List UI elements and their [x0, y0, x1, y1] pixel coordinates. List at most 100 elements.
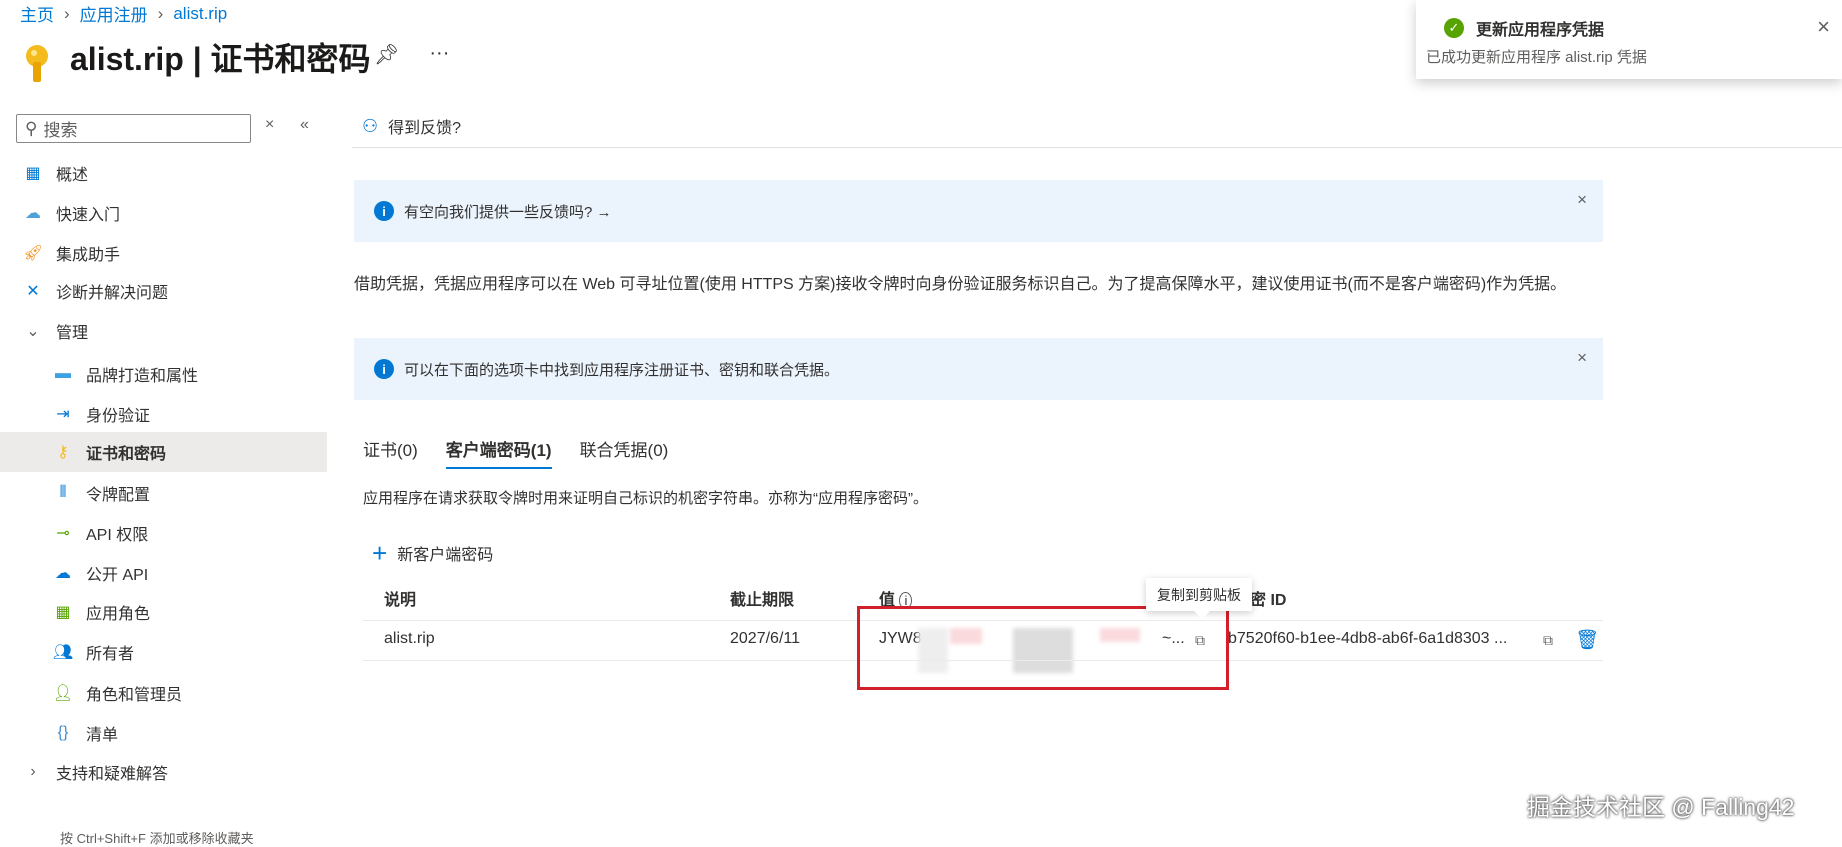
- secret-description: alist.rip: [384, 630, 435, 647]
- notification-toast: ✓ 更新应用程序凭据 已成功更新应用程序 alist.rip 凭据 ×: [1416, 0, 1842, 79]
- copy-id-icon[interactable]: ⧉: [1543, 632, 1553, 649]
- toolbar-divider: [352, 147, 1842, 148]
- tab-description: 应用程序在请求获取令牌时用来证明自己标识的机密字符串。亦称为“应用程序密码”。: [363, 490, 928, 507]
- collapse-sidebar-icon[interactable]: «: [300, 116, 309, 134]
- sidebar-item-label: 品牌打造和属性: [86, 368, 199, 385]
- sidebar-item[interactable]: ☁ 快速入门: [0, 193, 327, 233]
- sidebar-item-label: 概述: [56, 167, 89, 184]
- sidebar-item-label: 支持和疑难解答: [56, 766, 169, 783]
- column-header-secret-id: 密 ID: [1250, 592, 1287, 609]
- tabs-info-text: 可以在下面的选项卡中找到应用程序注册证书、密钥和联合凭据。: [404, 361, 840, 379]
- close-icon[interactable]: ×: [1817, 14, 1830, 40]
- roles-admin-icon: 👤︎: [52, 685, 74, 702]
- key-icon: ⚷: [57, 444, 69, 461]
- sidebar-item-label: 清单: [86, 727, 119, 744]
- sidebar-item[interactable]: ⌄ 管理: [0, 311, 327, 351]
- feedback-banner-link[interactable]: 有空向我们提供一些反馈吗? →: [404, 201, 612, 222]
- close-icon[interactable]: ×: [1577, 190, 1587, 210]
- sidebar-item-label: 公开 API: [86, 567, 149, 584]
- clear-search-icon[interactable]: ×: [265, 116, 274, 134]
- breadcrumb-app[interactable]: alist.rip: [173, 4, 227, 24]
- feedback-label: 得到反馈?: [388, 120, 462, 137]
- sidebar-item-label: 证书和密码: [86, 446, 167, 463]
- toast-title: 更新应用程序凭据: [1476, 22, 1605, 39]
- feedback-banner: i 有空向我们提供一些反馈吗? → ×: [354, 180, 1603, 242]
- tab-bar: 证书(0) 客户端密码(1) 联合凭据(0): [363, 436, 668, 469]
- favorites-hint: 按 Ctrl+Shift+F 添加或移除收藏夹: [60, 831, 254, 846]
- sidebar-item[interactable]: {} 清单: [0, 713, 327, 753]
- sidebar-item[interactable]: ✕ 诊断并解决问题: [0, 271, 327, 311]
- tab-certificates[interactable]: 证书(0): [363, 436, 418, 469]
- column-header-description: 说明: [384, 592, 417, 609]
- new-client-secret-button[interactable]: + 新客户端密码: [372, 538, 494, 568]
- sidebar-item-label: 管理: [56, 325, 89, 342]
- wrench-icon: ✕: [26, 283, 40, 300]
- sidebar-item[interactable]: ⦀ 令牌配置: [0, 473, 327, 513]
- sidebar-item[interactable]: 👤︎ 角色和管理员: [0, 673, 327, 713]
- sidebar-item[interactable]: ☁ 公开 API: [0, 553, 327, 593]
- quickstart-icon: ☁: [25, 205, 41, 222]
- sidebar-item-label: 应用角色: [86, 606, 151, 623]
- chevron-right-icon: ›: [30, 763, 36, 780]
- info-icon: i: [374, 359, 394, 379]
- feedback-button[interactable]: ⚇ 得到反馈?: [362, 114, 461, 138]
- sidebar-item[interactable]: ▦ 应用角色: [0, 592, 327, 632]
- chevron-right-icon: ›: [157, 3, 164, 23]
- sidebar-item[interactable]: › 支持和疑难解答: [0, 752, 327, 792]
- secret-expires: 2027/6/11: [730, 630, 800, 647]
- secret-id: b7520f60-b1ee-4db8-ab6f-6a1d8303 ...: [1228, 630, 1508, 647]
- plus-icon: +: [372, 538, 388, 568]
- chevron-right-icon: ›: [64, 3, 70, 23]
- sidebar-item[interactable]: ▦ 概述: [0, 153, 327, 193]
- more-button[interactable]: ···: [429, 42, 449, 67]
- sidebar-item-label: 所有者: [86, 646, 135, 663]
- info-icon: i: [374, 201, 394, 221]
- breadcrumb-home[interactable]: 主页: [20, 1, 54, 26]
- sidebar-item-label: 诊断并解决问题: [56, 285, 169, 302]
- token-icon: ⦀: [59, 484, 67, 501]
- tabs-info-banner: i 可以在下面的选项卡中找到应用程序注册证书、密钥和联合凭据。 ×: [354, 338, 1603, 400]
- sidebar-item-label: 令牌配置: [86, 487, 151, 504]
- sidebar-item-label: 快速入门: [56, 207, 121, 224]
- new-client-secret-label: 新客户端密码: [397, 547, 494, 564]
- search-icon: ⚲: [25, 118, 38, 138]
- breadcrumb: 主页 › 应用注册 › alist.rip: [20, 1, 227, 26]
- success-icon: ✓: [1444, 18, 1464, 38]
- sidebar-item[interactable]: ⚷ 证书和密码: [0, 432, 327, 472]
- api-permission-icon: ⊸: [56, 525, 70, 542]
- feedback-icon: ⚇: [362, 115, 379, 136]
- copy-tooltip: 复制到剪贴板: [1146, 578, 1252, 619]
- key-icon: [24, 44, 50, 89]
- tab-federated-credentials[interactable]: 联合凭据(0): [580, 436, 669, 469]
- column-header-expires: 截止期限: [730, 592, 795, 609]
- sidebar-item[interactable]: ⊸ API 权限: [0, 513, 327, 553]
- pin-icon[interactable]: 📌︎: [374, 42, 399, 67]
- search-placeholder: 搜索: [43, 121, 78, 140]
- credentials-description: 借助凭据，凭据应用程序可以在 Web 可寻址位置(使用 HTTPS 方案)接收令…: [354, 276, 1567, 293]
- highlight-box: [857, 606, 1229, 690]
- overview-icon: ▦: [25, 165, 41, 182]
- sidebar-item[interactable]: ▬ 品牌打造和属性: [0, 354, 327, 394]
- close-icon[interactable]: ×: [1577, 348, 1587, 368]
- delete-icon[interactable]: 🗑︎: [1575, 628, 1599, 652]
- manifest-icon: {}: [57, 724, 69, 741]
- sidebar-item[interactable]: ⇥ 身份验证: [0, 394, 327, 434]
- sidebar-item[interactable]: 👥︎ 所有者: [0, 632, 327, 672]
- page-title: alist.rip | 证书和密码: [70, 41, 371, 77]
- search-input[interactable]: ⚲ 搜索: [16, 114, 251, 143]
- sidebar-item-label: API 权限: [86, 527, 149, 544]
- cloud-icon: ☁: [55, 565, 71, 582]
- sidebar-item-label: 角色和管理员: [86, 687, 183, 704]
- auth-icon: ⇥: [56, 406, 70, 423]
- watermark: 掘金技术社区 @ Falling42: [1527, 794, 1795, 820]
- owners-icon: 👥︎: [52, 644, 74, 661]
- tab-client-secrets[interactable]: 客户端密码(1): [445, 436, 552, 469]
- breadcrumb-app-registrations[interactable]: 应用注册: [80, 1, 148, 26]
- sidebar-item[interactable]: 🚀︎ 集成助手: [0, 233, 327, 273]
- chevron-down-icon: ⌄: [26, 323, 40, 340]
- branding-icon: ▬: [55, 365, 71, 382]
- sidebar-item-label: 身份验证: [86, 408, 151, 425]
- rocket-icon: 🚀︎: [22, 245, 44, 262]
- toast-message: 已成功更新应用程序 alist.rip 凭据: [1426, 49, 1647, 66]
- sidebar-item-label: 集成助手: [56, 247, 121, 264]
